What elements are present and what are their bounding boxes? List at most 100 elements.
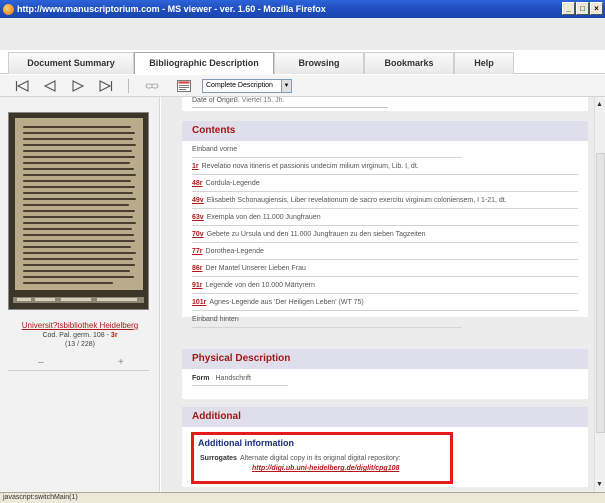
contents-entry: 48r Cordula-Legende bbox=[192, 179, 578, 192]
contents-entry-text: Dorothea-Legende bbox=[205, 248, 264, 255]
thumbnail-panel: Universit?tsbibliothek Heidelberg Cod. P… bbox=[0, 97, 160, 492]
physical-description-heading: Physical Description bbox=[182, 349, 588, 369]
tab-browsing[interactable]: Browsing bbox=[274, 52, 364, 74]
contents-entry-text: Einband vorne bbox=[192, 146, 238, 153]
contents-entry-text: Elisabeth Schonaugiensis, Liber revelati… bbox=[206, 197, 507, 204]
folio-link[interactable]: 101r bbox=[192, 299, 206, 306]
additional-information-title: Additional information bbox=[198, 438, 294, 448]
status-bar: javascript:switchMain(1) bbox=[0, 492, 605, 503]
contents-heading: Contents bbox=[182, 121, 588, 141]
shelfmark-text: Cod. Pal. germ. 108 - bbox=[42, 332, 111, 339]
tab-document-summary[interactable]: Document Summary bbox=[8, 52, 134, 74]
contents-entry: 1r Revelatio nova itineris et passionis u… bbox=[192, 162, 578, 175]
shelfmark: Cod. Pal. germ. 108 - 3r bbox=[0, 332, 160, 339]
contents-entry-text: Exempla von den 11.000 Jungfrauen bbox=[206, 214, 321, 221]
shelfmark-folio: 3r bbox=[110, 332, 118, 339]
library-link[interactable]: Universit?tsbibliothek Heidelberg bbox=[0, 321, 160, 330]
entry-divider bbox=[192, 242, 578, 243]
entry-divider bbox=[192, 259, 578, 260]
last-page-icon[interactable] bbox=[98, 78, 114, 94]
entry-divider bbox=[192, 157, 463, 158]
color-scale-bar bbox=[13, 297, 144, 303]
zoom-control: – + bbox=[8, 357, 149, 371]
view-select-value: Complete Description bbox=[206, 82, 273, 89]
scrollbar-thumb[interactable] bbox=[596, 153, 605, 433]
description-content: Date of Origin 3. Viertel 15. Jh. Conten… bbox=[161, 97, 594, 492]
folio-link[interactable]: 48r bbox=[192, 180, 203, 187]
entry-divider bbox=[192, 310, 578, 311]
contents-entry: 49v Elisabeth Schonaugiensis, Liber revel… bbox=[192, 196, 578, 209]
chevron-down-icon[interactable]: ▼ bbox=[281, 80, 291, 92]
next-page-icon[interactable] bbox=[70, 78, 86, 94]
zoom-out-button[interactable]: – bbox=[38, 357, 44, 368]
top-band bbox=[0, 18, 605, 50]
surrogates-text: Alternate digital copy in its original d… bbox=[240, 455, 401, 462]
link-icon[interactable] bbox=[144, 78, 160, 94]
contents-entry-text: Agnes-Legende aus 'Der Heiligen Leben' (… bbox=[209, 299, 364, 306]
contents-entry-text: Der Mantel Unserer Lieben Frau bbox=[205, 265, 306, 272]
entry-divider bbox=[192, 191, 578, 192]
contents-section: Contents Einband vorne 1r Revelatio nova i… bbox=[182, 121, 588, 328]
tab-bibliographic-description[interactable]: Bibliographic Description bbox=[134, 52, 274, 74]
contents-entry-text: Legende von den 10.000 Märtyrern bbox=[205, 282, 315, 289]
contents-list: Einband vorne 1r Revelatio nova itineris e… bbox=[182, 141, 588, 336]
contents-entry-text: Einband hinten bbox=[192, 316, 239, 323]
tab-bar: Document Summary Bibliographic Descripti… bbox=[0, 50, 605, 74]
toolbar-separator bbox=[128, 79, 129, 93]
scroll-up-icon[interactable]: ▲ bbox=[596, 101, 603, 108]
surrogates-label: Surrogates bbox=[200, 455, 237, 462]
view-select[interactable]: Complete Description ▼ bbox=[202, 79, 292, 93]
surrogates-link[interactable]: http://digi.ub.uni-heidelberg.de/diglit/… bbox=[252, 465, 399, 472]
entry-divider bbox=[192, 293, 578, 294]
date-of-origin-label: Date of Origin bbox=[192, 97, 236, 104]
entry-divider bbox=[192, 174, 578, 175]
description-view-icon[interactable] bbox=[176, 78, 192, 94]
page-counter: (13 / 228) bbox=[65, 341, 95, 348]
vertical-scrollbar[interactable]: ▲ ▼ bbox=[594, 97, 605, 492]
contents-entry: Einband vorne bbox=[192, 145, 578, 158]
window-title: http://www.manuscriptorium.com - MS view… bbox=[17, 4, 326, 14]
first-page-icon[interactable] bbox=[14, 78, 30, 94]
entry-divider bbox=[192, 327, 463, 328]
window-controls: _ □ × bbox=[562, 2, 603, 15]
close-button[interactable]: × bbox=[590, 2, 603, 15]
contents-entry: 91r Legende von den 10.000 Märtyrern bbox=[192, 281, 578, 294]
folio-link[interactable]: 1r bbox=[192, 163, 199, 170]
zoom-in-button[interactable]: + bbox=[118, 357, 124, 368]
contents-entry: 101r Agnes-Legende aus 'Der Heiligen Lebe… bbox=[192, 298, 578, 311]
folio-link[interactable]: 63v bbox=[192, 214, 204, 221]
additional-heading: Additional bbox=[182, 407, 588, 427]
manuscript-page-thumbnail[interactable] bbox=[8, 112, 149, 310]
minimize-button[interactable]: _ bbox=[562, 2, 575, 15]
folio-link[interactable]: 91r bbox=[192, 282, 203, 289]
window-titlebar: http://www.manuscriptorium.com - MS view… bbox=[0, 0, 605, 18]
scroll-down-icon[interactable]: ▼ bbox=[596, 481, 603, 488]
maximize-button[interactable]: □ bbox=[576, 2, 589, 15]
entry-divider bbox=[192, 225, 578, 226]
date-of-origin-row: Date of Origin 3. Viertel 15. Jh. bbox=[182, 97, 588, 111]
contents-entry: 70v Gebete zu Ursula und den 11.000 Jungf… bbox=[192, 230, 578, 243]
contents-entry-text: Revelatio nova itineris et passionis und… bbox=[201, 163, 419, 170]
form-label: Form bbox=[192, 375, 210, 382]
viewer-toolbar: Complete Description ▼ bbox=[0, 75, 605, 97]
form-row: Form Handschrift bbox=[182, 369, 588, 390]
date-of-origin-value: 3. Viertel 15. Jh. bbox=[234, 97, 285, 104]
manuscript-page-image bbox=[15, 118, 143, 290]
firefox-icon bbox=[3, 3, 14, 15]
form-value: Handschrift bbox=[215, 375, 251, 382]
contents-entry: 77r Dorothea-Legende bbox=[192, 247, 578, 260]
entry-divider bbox=[192, 208, 578, 209]
contents-entry: 86r Der Mantel Unserer Lieben Frau bbox=[192, 264, 578, 277]
folio-link[interactable]: 86r bbox=[192, 265, 203, 272]
physical-description-section: Physical Description Form Handschrift bbox=[182, 349, 588, 399]
additional-information-box: Additional information Surrogates Altern… bbox=[191, 432, 453, 484]
previous-page-icon[interactable] bbox=[42, 78, 58, 94]
folio-link[interactable]: 77r bbox=[192, 248, 203, 255]
folio-link[interactable]: 70v bbox=[192, 231, 204, 238]
contents-entry: Einband hinten bbox=[192, 315, 578, 328]
tab-bookmarks[interactable]: Bookmarks bbox=[364, 52, 454, 74]
tab-help[interactable]: Help bbox=[454, 52, 514, 74]
folio-link[interactable]: 49v bbox=[192, 197, 204, 204]
entry-divider bbox=[192, 276, 578, 277]
contents-entry-text: Cordula-Legende bbox=[205, 180, 260, 187]
